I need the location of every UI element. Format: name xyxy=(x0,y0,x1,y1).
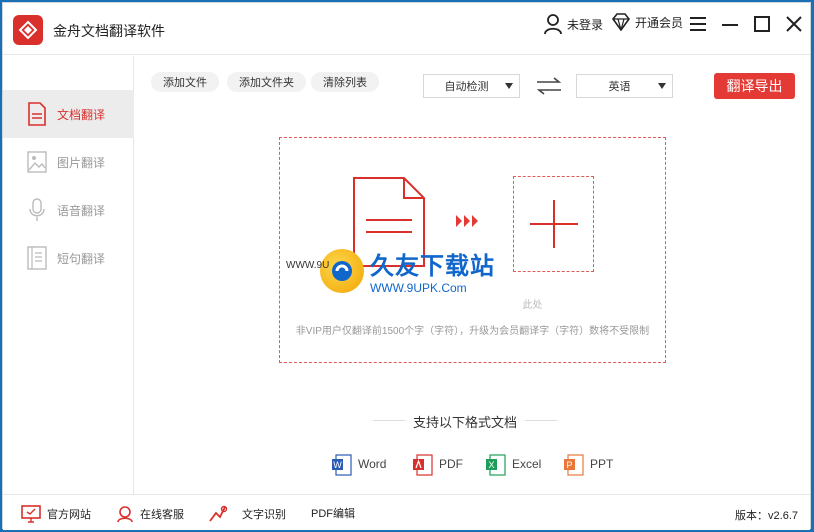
chevron-down-icon xyxy=(658,83,666,89)
swap-icon xyxy=(536,77,562,95)
online-service-link[interactable]: 在线客服 xyxy=(116,505,184,523)
image-icon xyxy=(27,151,47,173)
close-icon xyxy=(786,16,802,32)
text-lines-icon xyxy=(27,246,47,270)
vip-button[interactable]: 开通会员 xyxy=(611,13,683,31)
sidebar: 文档翻译 图片翻译 语音翻译 短句翻译 xyxy=(3,56,134,494)
microphone-icon xyxy=(29,198,45,221)
login-button[interactable]: 未登录 xyxy=(543,13,603,35)
format-excel: X Excel xyxy=(486,454,542,476)
translate-export-button[interactable]: 翻译导出 xyxy=(714,73,795,99)
minimize-button[interactable] xyxy=(719,13,741,35)
format-label: Excel xyxy=(512,457,542,471)
pdf-icon xyxy=(413,454,433,476)
svg-text:P: P xyxy=(566,460,572,470)
sidebar-item-document-translate[interactable]: 文档翻译 xyxy=(3,90,134,138)
minimize-icon xyxy=(722,24,738,26)
chevron-down-icon xyxy=(505,83,513,89)
clear-list-button[interactable]: 清除列表 xyxy=(311,72,379,92)
vip-label: 开通会员 xyxy=(635,15,684,30)
text-recognition-label: 文字识别 xyxy=(242,509,286,521)
format-label: PDF xyxy=(439,457,463,471)
pdf-edit-link[interactable]: PDF编辑 xyxy=(311,505,355,521)
app-logo xyxy=(13,15,43,45)
word-icon: W xyxy=(332,454,352,476)
online-service-label: 在线客服 xyxy=(140,509,184,521)
version-text: 版本：v2.6.7 xyxy=(735,510,798,522)
svg-text:W: W xyxy=(333,460,342,470)
official-website-label: 官方网站 xyxy=(47,509,91,521)
swap-languages-button[interactable] xyxy=(535,77,563,95)
sidebar-item-label: 语音翻译 xyxy=(57,203,106,218)
monitor-icon xyxy=(21,505,41,523)
format-word: W Word xyxy=(332,454,387,476)
vip-limit-text: 非VIP用户仅翻译前1500个字（字符），升级为会员翻译字（字符）数将不受限制 xyxy=(295,326,650,337)
add-file-button[interactable]: 添加文件 xyxy=(151,72,219,92)
arrow-right-icon xyxy=(455,214,481,233)
logo-icon xyxy=(18,20,38,40)
menu-button[interactable] xyxy=(687,13,709,35)
format-label: PPT xyxy=(590,457,614,471)
add-file-plus-button[interactable] xyxy=(513,176,594,272)
sidebar-item-label: 文档翻译 xyxy=(57,107,106,122)
sidebar-item-label: 图片翻译 xyxy=(57,155,106,170)
user-icon xyxy=(544,14,562,35)
source-language-value: 自动检测 xyxy=(444,81,489,93)
watermark-url: WWW.9UPK.Com xyxy=(370,281,467,295)
sidebar-item-label: 短句翻译 xyxy=(57,251,106,266)
ocr-icon xyxy=(209,505,228,522)
sidebar-item-sentence-translate[interactable]: 短句翻译 xyxy=(3,234,134,282)
pdf-edit-label: PDF编辑 xyxy=(311,508,355,520)
svg-text:X: X xyxy=(488,460,494,470)
target-language-value: 英语 xyxy=(608,81,631,93)
maximize-icon xyxy=(754,16,770,32)
footer-bar: 官方网站 在线客服 文字识别 PDF编辑 版本：v2.6.7 xyxy=(3,494,810,530)
text-recognition-link[interactable]: 文字识别 xyxy=(208,505,286,523)
ppt-icon: P xyxy=(564,454,584,476)
document-icon xyxy=(28,102,46,126)
watermark-left-text: WWW.9U xyxy=(286,260,330,271)
file-drop-zone[interactable]: WWW.9U 久友下载站 WWW.9UPK.Com 此处 非VIP用户仅翻译前1… xyxy=(279,137,666,363)
format-ppt: P PPT xyxy=(564,454,614,476)
close-button[interactable] xyxy=(783,13,805,35)
login-label: 未登录 xyxy=(567,17,604,32)
format-label: Word xyxy=(358,457,387,471)
diamond-icon xyxy=(611,13,631,31)
watermark: WWW.9U 久友下载站 WWW.9UPK.Com xyxy=(286,246,495,295)
customer-service-icon xyxy=(117,506,133,523)
maximize-button[interactable] xyxy=(751,13,773,35)
watermark-title: 久友下载站 xyxy=(370,253,495,280)
plus-icon xyxy=(529,200,578,248)
format-pdf: PDF xyxy=(413,454,463,476)
add-folder-button[interactable]: 添加文件夹 xyxy=(227,72,306,92)
source-language-select[interactable]: 自动检测 xyxy=(423,74,520,98)
sidebar-item-image-translate[interactable]: 图片翻译 xyxy=(3,138,134,186)
watermark-logo-icon xyxy=(332,260,352,281)
app-window: 金舟文档翻译软件 未登录 开通会员 文档翻译 图片翻译 语音翻译 短句翻译 添加… xyxy=(2,2,811,530)
app-title: 金舟文档翻译软件 xyxy=(53,23,165,39)
official-website-link[interactable]: 官方网站 xyxy=(21,505,91,523)
excel-icon: X xyxy=(486,454,506,476)
supported-formats-title: 支持以下格式文档 xyxy=(373,412,557,431)
sidebar-item-voice-translate[interactable]: 语音翻译 xyxy=(3,186,134,234)
title-bar: 金舟文档翻译软件 未登录 开通会员 xyxy=(3,3,810,55)
drop-hint-text: 此处 xyxy=(522,300,543,311)
hamburger-icon xyxy=(690,17,706,31)
target-language-select[interactable]: 英语 xyxy=(576,74,673,98)
